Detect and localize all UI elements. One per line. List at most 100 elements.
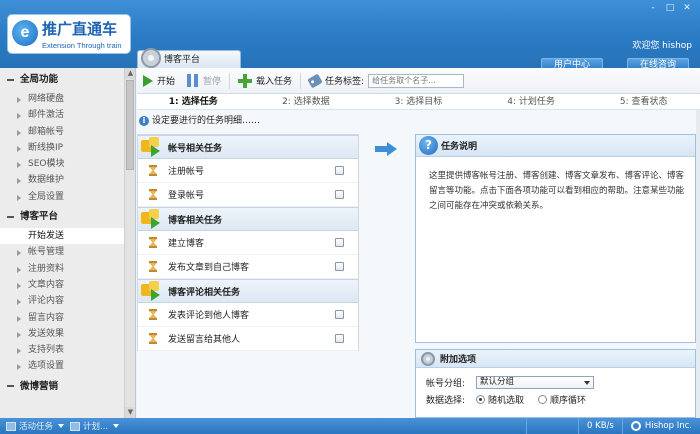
gear-icon bbox=[421, 352, 435, 366]
hint: i 设定要进行的任务明细…… bbox=[137, 114, 260, 128]
task-row[interactable]: 建立博客 bbox=[138, 231, 358, 255]
task-checkbox[interactable] bbox=[335, 334, 344, 343]
step-select-task[interactable]: 1: 选择任务 bbox=[137, 94, 250, 109]
description-header: ? 任务说明 bbox=[416, 135, 695, 157]
sidebar-item-mail-activate[interactable]: 邮件激活 bbox=[0, 107, 124, 123]
account-group-select[interactable]: 默认分组 bbox=[476, 376, 594, 389]
task-section-comment: 博客评论相关任务 bbox=[138, 279, 358, 303]
sidebar-item-comment-content[interactable]: 评论内容 bbox=[0, 293, 124, 309]
arrow-right-icon bbox=[375, 142, 397, 156]
radio-random[interactable]: 随机选取 bbox=[476, 393, 524, 406]
collapse-icon bbox=[7, 78, 14, 81]
extra-options-panel: 附加选项 帐号分组: 默认分组 数据选择: 随机选取 顺序循环 bbox=[415, 349, 696, 418]
radio-button[interactable] bbox=[476, 395, 485, 404]
maximize-button[interactable]: □ bbox=[663, 3, 677, 14]
task-checkbox[interactable] bbox=[335, 262, 344, 271]
task-row[interactable]: 发布文章到自己博客 bbox=[138, 255, 358, 279]
puzzle-icon bbox=[141, 137, 163, 157]
start-button[interactable]: 开始 bbox=[137, 68, 181, 94]
sidebar-list: 全局功能 网络硬盘 邮件激活 邮箱帐号 断线换IP SEO模块 数据维护 全局设… bbox=[0, 68, 124, 398]
sidebar-scrollbar[interactable]: ▲ ▼ bbox=[124, 68, 135, 418]
description-text: 这里提供博客帐号注册、博客创建、博客文章发布、博客评论、博客留言等功能。点击下面… bbox=[429, 171, 685, 211]
chevron-down-icon bbox=[58, 424, 65, 428]
sidebar-item-support-list[interactable]: 支持列表 bbox=[0, 342, 124, 358]
step-schedule[interactable]: 4: 计划任务 bbox=[475, 94, 588, 109]
sidebar-item-article-content[interactable]: 文章内容 bbox=[0, 277, 124, 293]
task-row[interactable]: 注册帐号 bbox=[138, 159, 358, 183]
tab-label: 博客平台 bbox=[164, 55, 201, 65]
data-select-row: 数据选择: 随机选取 顺序循环 bbox=[416, 391, 695, 408]
pause-icon bbox=[187, 74, 199, 87]
hourglass-icon bbox=[149, 165, 157, 176]
hourglass-icon bbox=[149, 237, 157, 248]
header: e 推广直通车 Extension Through train - □ ✕ 欢迎… bbox=[0, 0, 700, 70]
sidebar-item-message-content[interactable]: 留言内容 bbox=[0, 310, 124, 326]
task-row[interactable]: 发送留言给其他人 bbox=[138, 327, 358, 351]
task-checkbox[interactable] bbox=[335, 238, 344, 247]
play-icon bbox=[143, 74, 153, 87]
sidebar-item-account-manage[interactable]: 帐号管理 bbox=[0, 244, 124, 260]
scroll-up-icon[interactable]: ▲ bbox=[125, 68, 135, 79]
step-view-status[interactable]: 5: 查看状态 bbox=[587, 94, 700, 109]
sidebar-item-data-maintenance[interactable]: 数据维护 bbox=[0, 172, 124, 188]
logo-mark: e bbox=[12, 20, 38, 46]
step-select-data[interactable]: 2: 选择数据 bbox=[250, 94, 363, 109]
scheduled-tasks-toggle[interactable]: 计划... bbox=[70, 420, 120, 432]
puzzle-icon bbox=[141, 209, 163, 229]
sidebar-item-global-settings[interactable]: 全局设置 bbox=[0, 189, 124, 205]
scrollbar-thumb[interactable] bbox=[126, 80, 134, 170]
main-panel: 开始 暂停 载入任务 任务标签: 1: 选择任务 2: 选择数据 3: 选择目标… bbox=[137, 68, 700, 418]
gear-icon bbox=[141, 48, 161, 68]
group-label: 帐号分组: bbox=[426, 379, 466, 389]
logo: e 推广直通车 Extension Through train bbox=[7, 14, 131, 54]
task-checkbox[interactable] bbox=[335, 190, 344, 199]
task-section-account: 帐号相关任务 bbox=[138, 135, 358, 159]
pause-button[interactable]: 暂停 bbox=[181, 68, 227, 94]
sidebar-item-mail-account[interactable]: 邮箱帐号 bbox=[0, 124, 124, 140]
minimize-button[interactable]: - bbox=[646, 3, 660, 14]
window-controls: - □ ✕ bbox=[646, 3, 694, 14]
task-row[interactable]: 登录帐号 bbox=[138, 183, 358, 207]
hishop-icon bbox=[630, 421, 641, 431]
task-tag-input[interactable] bbox=[368, 73, 465, 88]
sidebar-group-blog[interactable]: 博客平台 bbox=[0, 205, 124, 228]
task-checkbox[interactable] bbox=[335, 310, 344, 319]
sidebar-item-send-result[interactable]: 发送效果 bbox=[0, 326, 124, 342]
task-row[interactable]: 发表评论到他人博客 bbox=[138, 303, 358, 327]
collapse-icon bbox=[7, 215, 14, 218]
tab-blog-platform[interactable]: 博客平台 bbox=[137, 48, 241, 68]
status-empty bbox=[526, 418, 578, 434]
welcome-text: 欢迎您 hishop bbox=[632, 41, 692, 51]
sidebar-item-netdisk[interactable]: 网络硬盘 bbox=[0, 91, 124, 107]
load-task-button[interactable]: 载入任务 bbox=[232, 68, 298, 94]
help-icon: ? bbox=[419, 136, 438, 155]
radio-button[interactable] bbox=[538, 395, 548, 404]
sidebar-item-start-send[interactable]: 开始发送 bbox=[0, 228, 124, 245]
scroll-down-icon[interactable]: ▼ bbox=[125, 407, 135, 418]
puzzle-icon bbox=[141, 281, 163, 301]
radio-sequential[interactable]: 顺序循环 bbox=[538, 393, 586, 406]
step-tabs: 1: 选择任务 2: 选择数据 3: 选择目标 4: 计划任务 5: 查看状态 bbox=[137, 94, 700, 110]
hourglass-icon bbox=[149, 309, 157, 320]
active-tasks-toggle[interactable]: 活动任务 bbox=[6, 420, 65, 432]
brand: Hishop Inc. bbox=[621, 418, 700, 434]
sidebar-item-switch-ip[interactable]: 断线换IP bbox=[0, 140, 124, 156]
window-icon bbox=[70, 421, 81, 431]
close-button[interactable]: ✕ bbox=[680, 3, 694, 14]
status-left: 活动任务 计划... bbox=[6, 418, 120, 434]
sidebar-group-weibo[interactable]: 微博营销 bbox=[0, 375, 124, 398]
collapse-icon bbox=[7, 385, 14, 388]
chevron-down-icon bbox=[113, 424, 120, 428]
sidebar-group-global[interactable]: 全局功能 bbox=[0, 68, 124, 91]
step-select-target[interactable]: 3: 选择目标 bbox=[362, 94, 475, 109]
data-select-label: 数据选择: bbox=[426, 396, 466, 406]
sidebar-item-option-settings[interactable]: 选项设置 bbox=[0, 358, 124, 374]
task-checkbox[interactable] bbox=[335, 166, 344, 175]
plus-icon bbox=[238, 73, 253, 88]
toolbar-divider bbox=[229, 72, 231, 89]
main-scrollbar[interactable] bbox=[696, 110, 700, 418]
sidebar-item-seo[interactable]: SEO模块 bbox=[0, 156, 124, 172]
sidebar-item-register-info[interactable]: 注册资料 bbox=[0, 261, 124, 277]
sidebar: 全局功能 网络硬盘 邮件激活 邮箱帐号 断线换IP SEO模块 数据维护 全局设… bbox=[0, 68, 136, 418]
logo-title: 推广直通车 bbox=[42, 20, 118, 38]
